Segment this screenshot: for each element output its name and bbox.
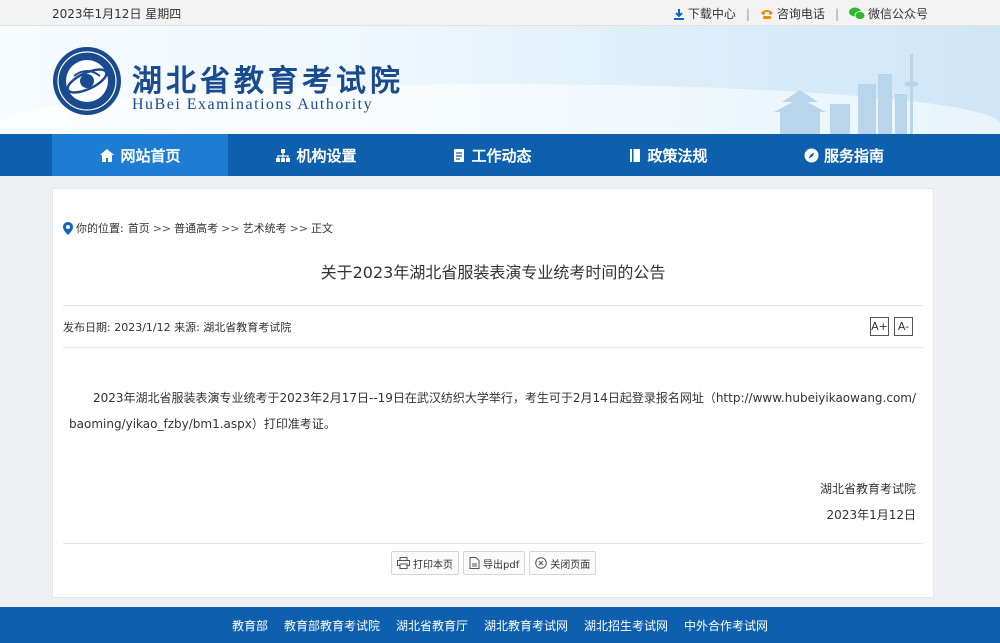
print-button[interactable]: 打印本页 [391,551,459,575]
top-bar: 2023年1月12日 星期四 下载中心 | 咨询电话 | 微信公众号 [0,0,1000,26]
download-center-link[interactable]: 下载中心 [673,5,736,22]
breadcrumb-current: 正文 [311,222,334,235]
compass-icon [804,148,819,162]
current-date: 2023年1月12日 星期四 [52,7,182,21]
nav-item-organization[interactable]: 机构设置 [228,134,404,176]
signature-org: 湖北省教育考试院 [819,482,916,496]
wechat-icon [848,7,865,20]
article-card: 你的位置: 首页 >> 普通高考 >> 艺术统考 >> 正文 关于2023年湖北… [52,188,934,598]
breadcrumb: 你的位置: 首页 >> 普通高考 >> 艺术统考 >> 正文 [63,220,333,236]
hotline-link[interactable]: 咨询电话 [760,5,825,22]
footer-link-neea[interactable]: 教育部教育考试院 [284,617,380,634]
wechat-link[interactable]: 微信公众号 [848,5,928,22]
article-title: 关于2023年湖北省服装表演专业统考时间的公告 [320,263,666,282]
breadcrumb-art-exam[interactable]: 艺术统考 [243,220,287,236]
nav-item-policy[interactable]: 政策法规 [580,134,756,176]
footer-link-zsks[interactable]: 湖北招生考试网 [584,617,668,634]
main-nav: 网站首页 机构设置 工作动态 政策法规 服务指南 [0,134,1000,176]
close-page-button[interactable]: 关闭页面 [529,551,597,575]
skyline-illustration-icon [774,54,919,134]
phone-icon [760,9,773,19]
article-actions: 打印本页 导出pdf 关闭页面 [391,551,600,575]
site-name-english: HuBei Examinations Authority [132,96,374,113]
download-icon [673,8,684,20]
divider [63,543,923,544]
org-chart-icon [276,148,291,162]
site-name: 湖北省教育考试院 [132,64,404,99]
close-icon [535,557,548,569]
nav-item-service[interactable]: 服务指南 [756,134,932,176]
footer-link-hbea[interactable]: 湖北教育考试网 [484,617,568,634]
footer-link-hubei-edu[interactable]: 湖北省教育厅 [396,617,468,634]
export-pdf-button[interactable]: 导出pdf [463,551,526,575]
printer-icon [397,557,410,569]
breadcrumb-prefix: 你的位置: [76,222,124,235]
site-header: 湖北省教育考试院 HuBei Examinations Authority [0,26,1000,134]
signature-date: 2023年1月12日 [826,508,916,522]
font-increase-button[interactable]: A+ [870,317,889,336]
book-icon [630,148,641,162]
divider [63,305,923,306]
location-pin-icon [63,221,73,235]
article-meta: 发布日期: 2023/1/12 来源: 湖北省教育考试院 [63,321,292,334]
footer-links: 教育部 教育部教育考试院 湖北省教育厅 湖北教育考试网 湖北招生考试网 中外合作… [0,607,1000,643]
footer-link-moe[interactable]: 教育部 [232,617,268,634]
top-links: 下载中心 | 咨询电话 | 微信公众号 [673,5,928,22]
breadcrumb-home[interactable]: 首页 [128,220,150,236]
divider [63,347,923,348]
nav-item-news[interactable]: 工作动态 [404,134,580,176]
emblem-logo-icon[interactable] [52,46,122,116]
font-decrease-button[interactable]: A- [894,317,913,336]
breadcrumb-gaokao[interactable]: 普通高考 [174,220,218,236]
document-icon [454,148,465,162]
nav-item-home[interactable]: 网站首页 [52,134,228,176]
article-body: 2023年湖北省服装表演专业统考于2023年2月17日--19日在武汉纺织大学举… [69,391,917,431]
article-signature: 湖北省教育考试院 2023年1月12日 [820,476,916,528]
home-icon [100,148,115,162]
font-size-controls: A+ A- [865,317,913,336]
footer-link-sino-foreign[interactable]: 中外合作考试网 [684,617,768,634]
pdf-icon [469,557,480,569]
